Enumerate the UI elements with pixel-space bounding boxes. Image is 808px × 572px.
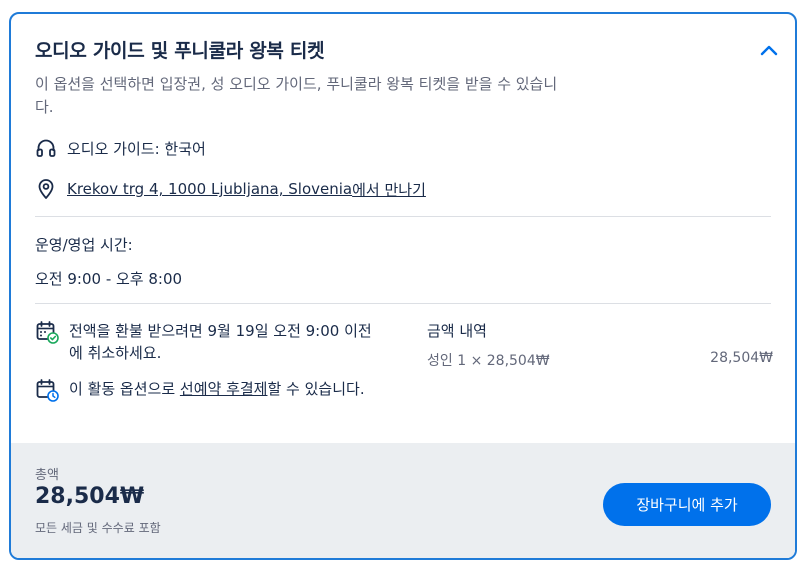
price-line-amount: 28,504₩ xyxy=(710,350,773,366)
option-card: 오디오 가이드 및 푸니쿨라 왕복 티켓 이 옵션을 선택하면 입장권, 성 오… xyxy=(9,12,797,560)
location-pin-icon xyxy=(35,178,57,200)
price-line-label: 성인 1 × 28,504₩ xyxy=(427,353,550,369)
cancellation-policy: 전액을 환불 받으려면 9월 19일 오전 9:00 이전에 취소하세요. xyxy=(35,320,375,364)
audio-guide-text: 오디오 가이드: 한국어 xyxy=(67,139,206,158)
meeting-address-link[interactable]: Krekov trg 4, 1000 Ljubljana, Slovenia xyxy=(67,180,352,198)
total-price: 28,504₩ xyxy=(35,484,145,509)
hours-value: 오전 9:00 - 오후 8:00 xyxy=(35,270,183,288)
reserve-pay-suffix: 할 수 있습니다. xyxy=(267,380,365,398)
reserve-pay-text: 이 활동 옵션으로 선예약 후결제할 수 있습니다. xyxy=(69,378,365,400)
audio-guide-row: 오디오 가이드: 한국어 xyxy=(35,137,206,159)
calendar-check-icon xyxy=(35,320,59,344)
reserve-pay-link[interactable]: 선예약 후결제 xyxy=(180,380,268,398)
option-description: 이 옵션을 선택하면 입장권, 성 오디오 가이드, 푸니쿨라 왕복 티켓을 받… xyxy=(35,75,558,116)
meeting-suffix-text[interactable]: 에서 만나기 xyxy=(352,179,426,200)
reserve-pay-prefix: 이 활동 옵션으로 xyxy=(69,380,180,398)
price-breakdown-title: 금액 내역 xyxy=(427,322,487,340)
hours-title: 운영/영업 시간: xyxy=(35,236,133,254)
chevron-up-icon[interactable] xyxy=(758,40,780,62)
calendar-clock-icon xyxy=(35,378,59,402)
headphones-icon xyxy=(35,137,57,159)
cancellation-text: 전액을 환불 받으려면 9월 19일 오전 9:00 이전에 취소하세요. xyxy=(69,322,372,362)
total-note: 모든 세금 및 수수료 포함 xyxy=(35,521,161,535)
add-to-cart-button[interactable]: 장바구니에 추가 xyxy=(603,483,771,526)
meeting-point-row: Krekov trg 4, 1000 Ljubljana, Slovenia 에서… xyxy=(35,178,426,200)
reserve-now-pay-later: 이 활동 옵션으로 선예약 후결제할 수 있습니다. xyxy=(35,378,375,402)
divider xyxy=(35,303,771,304)
divider xyxy=(35,216,771,217)
footer-bar: 총액 28,504₩ 모든 세금 및 수수료 포함 장바구니에 추가 xyxy=(11,443,795,558)
option-title: 오디오 가이드 및 푸니쿨라 왕복 티켓 xyxy=(35,40,325,62)
total-label: 총액 xyxy=(35,468,59,483)
